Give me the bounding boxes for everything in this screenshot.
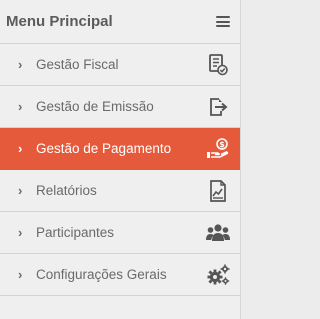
menu-item-label: Gestão Fiscal bbox=[36, 57, 119, 72]
menu-title: Menu Principal bbox=[6, 13, 113, 30]
svg-text:$: $ bbox=[219, 140, 225, 149]
users-group-icon bbox=[206, 221, 230, 245]
chevron-right-icon: › bbox=[18, 99, 23, 114]
menu-item-relatorios[interactable]: › Relatórios bbox=[0, 170, 240, 212]
menu-item-configuracoes-gerais[interactable]: › Configurações Gerais bbox=[0, 254, 240, 296]
chevron-right-icon: › bbox=[18, 141, 23, 156]
payment-hand-icon: $ bbox=[206, 137, 230, 161]
menu-item-gestao-emissao[interactable]: › Gestão de Emissão bbox=[0, 86, 240, 128]
menu-item-label: Gestão de Emissão bbox=[36, 99, 154, 114]
menu-item-label: Participantes bbox=[36, 225, 115, 240]
chevron-right-icon: › bbox=[18, 225, 23, 240]
menu-header: Menu Principal bbox=[0, 0, 240, 44]
chevron-right-icon: › bbox=[18, 267, 23, 282]
menu-item-participantes[interactable]: › Participantes bbox=[0, 212, 240, 254]
menu-item-gestao-pagamento[interactable]: › Gestão de Pagamento $ bbox=[0, 128, 240, 170]
menu-item-label: Relatórios bbox=[36, 183, 97, 198]
document-check-icon bbox=[206, 53, 230, 77]
menu-footer-divider bbox=[0, 296, 240, 319]
chevron-right-icon: › bbox=[18, 57, 23, 72]
menu-item-label: Gestão de Pagamento bbox=[36, 141, 172, 156]
report-chart-icon bbox=[206, 179, 230, 203]
gears-icon bbox=[206, 263, 230, 287]
menu-item-gestao-fiscal[interactable]: › Gestão Fiscal bbox=[0, 44, 240, 86]
chevron-right-icon: › bbox=[18, 183, 23, 198]
menu-item-label: Configurações Gerais bbox=[36, 267, 167, 282]
main-menu: Menu Principal › Gestão Fiscal › Gestão … bbox=[0, 0, 241, 319]
hamburger-icon[interactable] bbox=[216, 16, 230, 27]
export-icon bbox=[206, 95, 230, 119]
